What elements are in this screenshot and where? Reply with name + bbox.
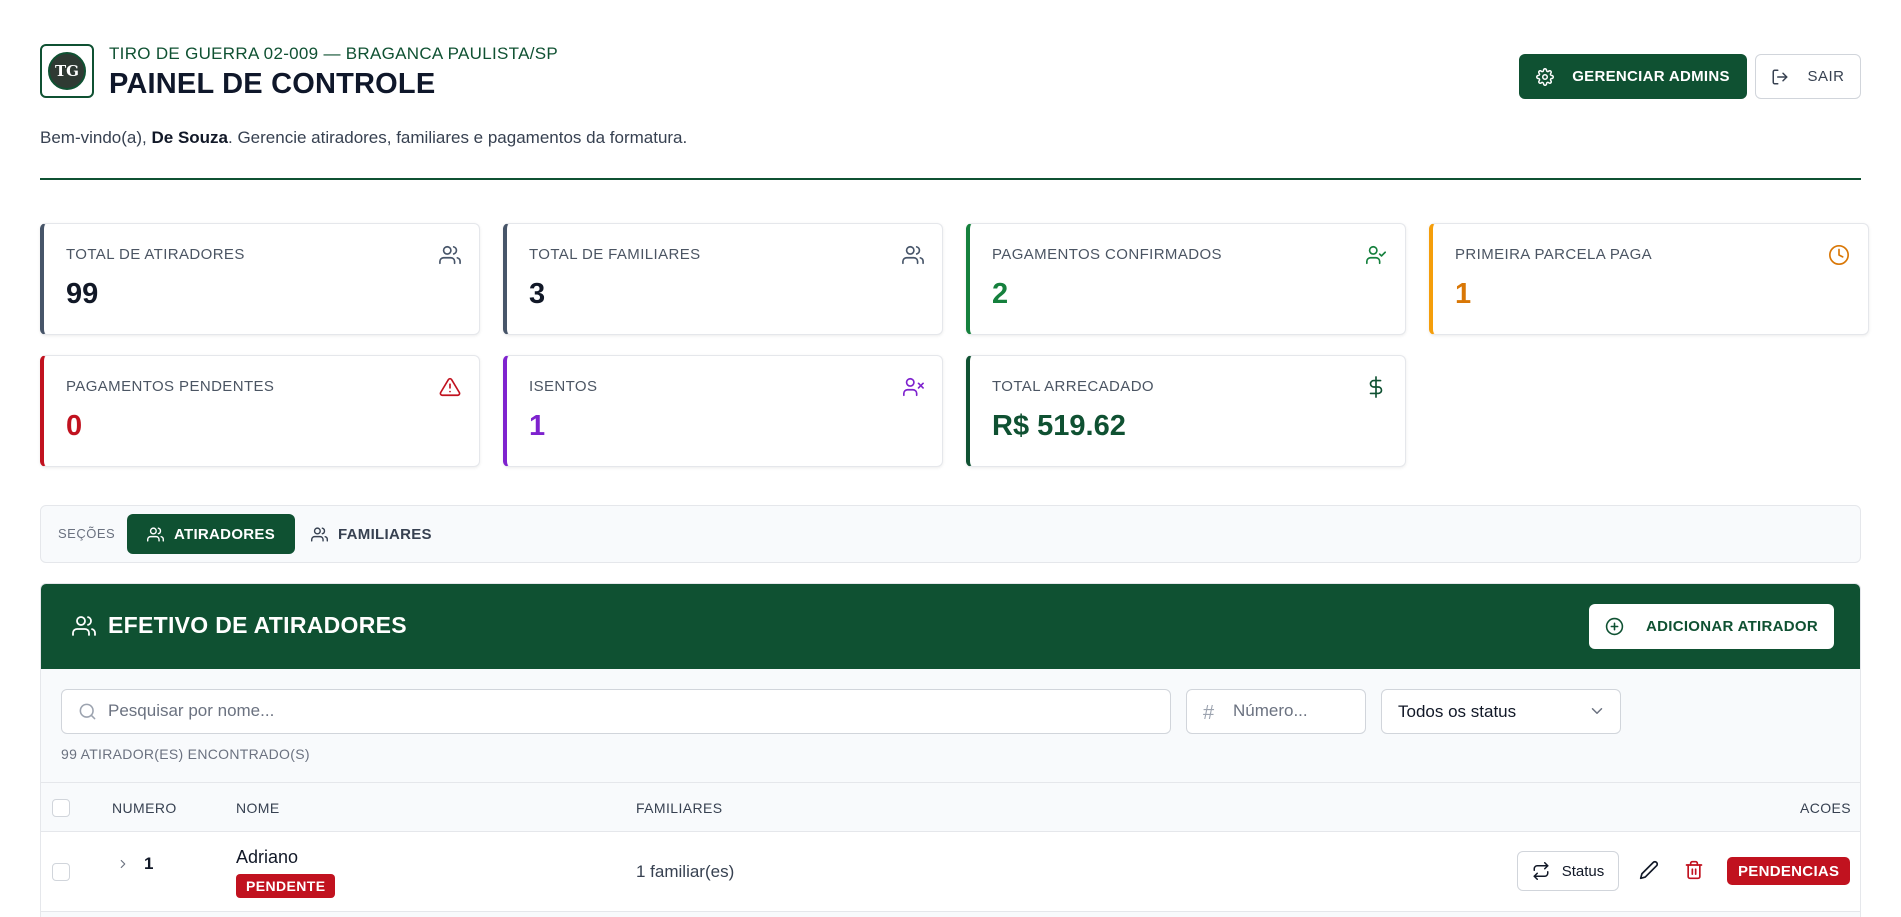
stat-card-pagamentos-confirmados: PAGAMENTOS CONFIRMADOS 2 [966,223,1406,335]
stat-label: PRIMEIRA PARCELA PAGA [1455,246,1653,263]
stat-value: R$ 519.62 [992,410,1126,442]
users-icon [311,526,328,542]
tab-atiradores[interactable]: ATIRADORES [127,514,295,554]
sections-label: SEÇÕES [58,526,116,541]
page-header: TG TIRO DE GUERRA 02-009 — BRAGANCA PAUL… [40,44,1861,104]
plus-circle-icon [1605,617,1624,636]
column-numero: NUMERO [112,800,177,816]
welcome-prefix: Bem-vindo(a), [40,128,152,147]
table-header: NUMERO NOME FAMILIARES ACOES [41,782,1860,832]
header-divider [40,178,1861,180]
hash-icon: # [1203,702,1215,724]
results-count: 99 ATIRADOR(ES) ENCONTRADO(S) [61,746,310,762]
stat-value: 1 [529,410,546,442]
trash-icon[interactable] [1684,860,1704,880]
stat-value: 0 [66,410,83,442]
atiradores-panel: EFETIVO DE ATIRADORES ADICIONAR ATIRADOR… [40,583,1861,917]
stat-label: PAGAMENTOS CONFIRMADOS [992,246,1222,263]
manage-admins-button[interactable]: GERENCIAR ADMINS [1519,54,1747,99]
stat-label: TOTAL DE ATIRADORES [66,246,245,263]
page-title: PAINEL DE CONTROLE [109,68,436,100]
stat-label: TOTAL ARRECADADO [992,378,1154,395]
stat-card-primeira-parcela: PRIMEIRA PARCELA PAGA 1 [1429,223,1869,335]
panel-header: EFETIVO DE ATIRADORES ADICIONAR ATIRADOR [41,584,1860,669]
pendencias-badge[interactable]: PENDENCIAS [1727,857,1851,885]
panel-title-text: EFETIVO DE ATIRADORES [108,612,407,638]
select-all-checkbox[interactable] [52,799,70,817]
stat-card-total-familiares: TOTAL DE FAMILIARES 3 [503,223,943,335]
search-input[interactable] [108,701,1148,721]
alert-triangle-icon [439,377,461,397]
change-status-button[interactable]: Status [1517,851,1619,891]
users-icon [146,526,164,542]
stat-value: 1 [1455,278,1472,310]
logout-icon [1772,69,1788,84]
tab-atiradores-label: ATIRADORES [173,525,276,543]
page-subtitle: TIRO DE GUERRA 02-009 — BRAGANCA PAULIST… [109,44,559,63]
search-field[interactable] [61,689,1171,734]
welcome-user: De Souza [151,128,229,147]
stat-card-total-atiradores: TOTAL DE ATIRADORES 99 [40,223,480,335]
users-icon [439,245,461,265]
column-acoes: ACOES [1800,800,1852,816]
tab-familiares-label: FAMILIARES [338,525,432,543]
edit-icon[interactable] [1639,860,1659,880]
row-checkbox[interactable] [52,863,70,881]
welcome-text: Bem-vindo(a), De Souza. Gerencie atirado… [40,128,687,148]
clock-icon [1829,245,1849,265]
row-name: Adriano [236,847,299,867]
logout-button[interactable]: SAIR [1755,54,1861,99]
user-check-icon [1366,245,1386,265]
add-atirador-button[interactable]: ADICIONAR ATIRADOR [1589,604,1834,649]
users-icon [72,615,96,636]
gear-icon [1536,67,1555,86]
logo-emblem: TG [48,52,86,90]
column-familiares: FAMILIARES [636,800,723,816]
add-atirador-label: ADICIONAR ATIRADOR [1645,618,1819,635]
tg-logo: TG [40,44,94,98]
stat-card-total-arrecadado: TOTAL ARRECADADO R$ 519.62 [966,355,1406,467]
row-number-cell: 1 [116,854,153,874]
stat-card-isentos: ISENTOS 1 [503,355,943,467]
status-filter-select[interactable]: Todos os status [1381,689,1621,734]
row-number: 1 [144,854,154,873]
stat-label: TOTAL DE FAMILIARES [529,246,701,263]
stat-value: 99 [66,278,99,310]
stat-label: PAGAMENTOS PENDENTES [66,378,275,395]
manage-admins-label: GERENCIAR ADMINS [1572,68,1730,85]
panel-title: EFETIVO DE ATIRADORES [72,612,407,639]
status-badge: PENDENTE [236,874,336,898]
number-filter[interactable]: # [1186,689,1366,734]
search-icon [79,703,96,720]
dollar-icon [1369,376,1383,398]
logout-label: SAIR [1807,68,1845,85]
chevron-down-icon [1591,708,1603,714]
stat-card-pagamentos-pendentes: PAGAMENTOS PENDENTES 0 [40,355,480,467]
swap-icon [1533,862,1549,880]
column-nome: NOME [236,800,280,816]
number-input[interactable] [1233,701,1353,721]
users-icon [902,245,924,265]
status-button-label: Status [1561,862,1605,880]
welcome-suffix: . Gerencie atiradores, familiares e paga… [228,128,688,147]
user-x-icon [903,377,924,397]
status-filter-value: Todos os status [1398,702,1517,721]
stat-value: 3 [529,278,546,310]
tab-familiares[interactable]: FAMILIARES [311,514,461,554]
stat-value: 2 [992,278,1009,310]
row-familiares: 1 familiar(es) [636,862,735,881]
table-row: 1 Adriano PENDENTE 1 familiar(es) Status… [41,832,1860,912]
chevron-right-icon[interactable] [116,857,130,871]
stat-label: ISENTOS [529,378,598,395]
sections-bar: SEÇÕES ATIRADORES FAMILIARES [40,505,1861,563]
